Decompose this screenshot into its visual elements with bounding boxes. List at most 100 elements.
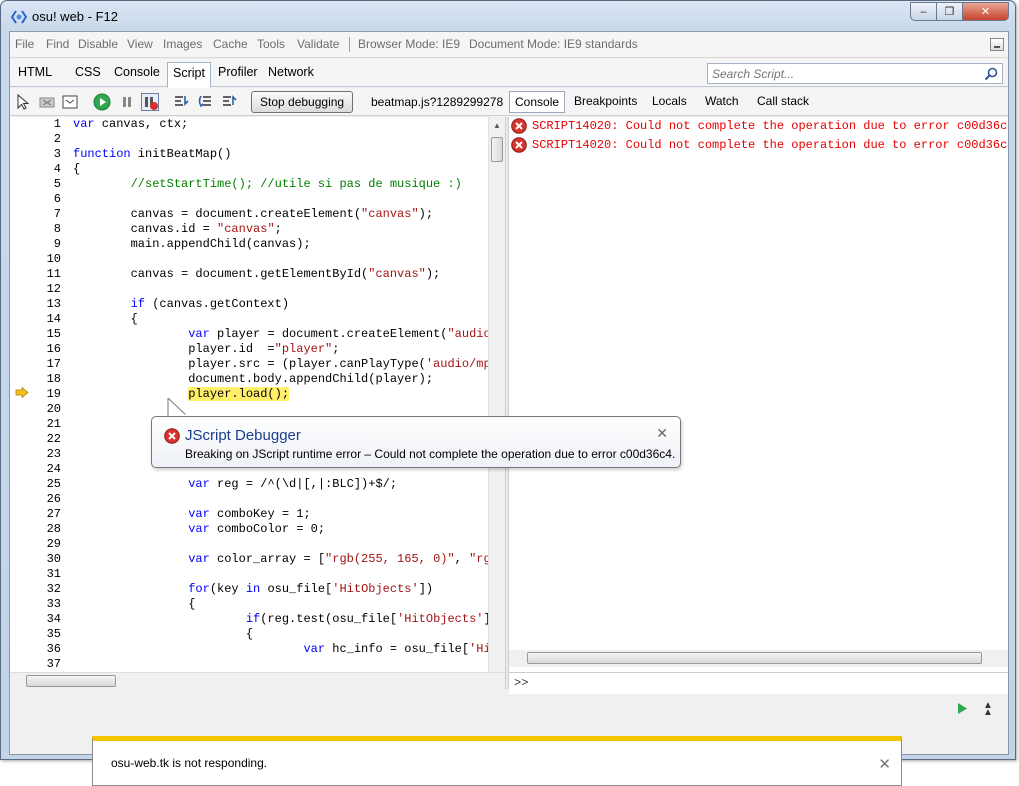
code-line[interactable]: 10 bbox=[10, 252, 490, 267]
code-line[interactable]: 19 player.load(); bbox=[10, 387, 490, 402]
step-over-icon[interactable] bbox=[197, 93, 215, 111]
line-number: 21 bbox=[46, 417, 61, 431]
code-line[interactable]: 31 bbox=[10, 567, 490, 582]
menu-cache[interactable]: Cache bbox=[213, 37, 248, 51]
code-line[interactable]: 4{ bbox=[10, 162, 490, 177]
script-file-selector[interactable]: beatmap.js?1289299278 bbox=[371, 95, 503, 109]
line-number: 23 bbox=[46, 447, 61, 461]
code-line[interactable]: 17 player.src = (player.canPlayType('aud… bbox=[10, 357, 505, 372]
code-line[interactable]: 30 var color_array = ["rgb(255, 165, 0)"… bbox=[10, 552, 505, 567]
code-line[interactable]: 18 document.body.appendChild(player); bbox=[10, 372, 490, 387]
line-number: 25 bbox=[46, 477, 61, 491]
run-script-icon[interactable] bbox=[956, 702, 968, 715]
tab-console-pane[interactable]: Console bbox=[509, 91, 566, 113]
stop-debugging-button[interactable]: Stop debugging bbox=[251, 91, 354, 113]
tab-html[interactable]: HTML bbox=[18, 65, 52, 79]
tab-breakpoints[interactable]: Breakpoints bbox=[574, 94, 637, 108]
code-line[interactable]: 12 bbox=[10, 282, 490, 297]
console-input-line[interactable]: >> bbox=[509, 672, 1008, 694]
menu-view[interactable]: View bbox=[127, 37, 153, 51]
pause-icon[interactable] bbox=[118, 93, 136, 111]
step-out-icon[interactable] bbox=[221, 93, 239, 111]
search-icon[interactable] bbox=[984, 67, 998, 81]
menu-file[interactable]: File bbox=[15, 37, 34, 51]
line-number: 36 bbox=[46, 642, 61, 656]
continue-icon[interactable] bbox=[93, 93, 111, 111]
menu-tools[interactable]: Tools bbox=[257, 37, 285, 51]
code-vertical-scrollbar[interactable]: ▲ bbox=[488, 117, 505, 672]
menu-find[interactable]: Find bbox=[46, 37, 69, 51]
tab-network[interactable]: Network bbox=[268, 65, 314, 79]
code-line[interactable]: 1 var canvas, ctx; bbox=[10, 117, 490, 132]
menu-validate[interactable]: Validate bbox=[297, 37, 339, 51]
line-number: 17 bbox=[46, 357, 61, 371]
code-line[interactable]: 9 main.appendChild(canvas); bbox=[10, 237, 490, 252]
tab-watch[interactable]: Watch bbox=[705, 94, 739, 108]
console-error-text: SCRIPT14020: Could not complete the oper… bbox=[532, 119, 1008, 133]
error-icon bbox=[164, 428, 180, 444]
code-horizontal-scrollbar[interactable] bbox=[10, 672, 505, 689]
code-line[interactable]: 28 var comboColor = 0; bbox=[10, 522, 490, 537]
select-element-icon[interactable] bbox=[14, 93, 32, 111]
break-on-error-icon[interactable] bbox=[141, 93, 159, 111]
scroll-thumb[interactable] bbox=[527, 652, 982, 664]
code-line[interactable]: 3 function initBeatMap() bbox=[10, 147, 490, 162]
console-error-row[interactable]: SCRIPT14020: Could not complete the oper… bbox=[509, 136, 1008, 154]
scroll-thumb[interactable] bbox=[491, 137, 503, 162]
code-line[interactable]: 33 { bbox=[10, 597, 490, 612]
title-bar[interactable]: osu! web - F12 – ❐ ✕ bbox=[1, 1, 1017, 31]
code-line[interactable]: 2 bbox=[10, 132, 490, 147]
tab-css[interactable]: CSS bbox=[75, 65, 101, 79]
restore-button[interactable]: ❐ bbox=[936, 2, 963, 21]
code-line[interactable]: 7 canvas = document.createElement("canva… bbox=[10, 207, 490, 222]
code-line[interactable]: 11 canvas = document.getElementById("can… bbox=[10, 267, 490, 282]
tab-call-stack[interactable]: Call stack bbox=[757, 94, 809, 108]
code-line[interactable]: 37 bbox=[10, 657, 490, 672]
code-line[interactable]: 5 //setStartTime(); //utile si pas de mu… bbox=[10, 177, 490, 192]
code-line[interactable]: 35 { bbox=[10, 627, 490, 642]
minimize-devtools-icon[interactable] bbox=[990, 38, 1004, 51]
close-icon[interactable]: ✕ bbox=[656, 425, 668, 442]
step-into-icon[interactable] bbox=[173, 93, 191, 111]
tab-profiler[interactable]: Profiler bbox=[218, 65, 258, 79]
code-text: if (canvas.getContext) bbox=[130, 297, 290, 311]
close-window-button[interactable]: ✕ bbox=[962, 2, 1009, 21]
minimize-button[interactable]: – bbox=[910, 2, 937, 21]
code-line[interactable]: 32 for(key in osu_file['HitObjects']) bbox=[10, 582, 490, 597]
line-number: 5 bbox=[53, 177, 61, 191]
script-list-icon[interactable] bbox=[61, 93, 79, 111]
scroll-thumb[interactable] bbox=[26, 675, 116, 687]
code-line[interactable]: 26 bbox=[10, 492, 490, 507]
code-line[interactable]: 20 bbox=[10, 402, 490, 417]
code-line[interactable]: 16 player.id ="player"; bbox=[10, 342, 490, 357]
clear-icon[interactable] bbox=[38, 93, 56, 111]
code-line[interactable]: 8 canvas.id = "canvas"; bbox=[10, 222, 490, 237]
code-line[interactable]: 13 if (canvas.getContext) bbox=[10, 297, 490, 312]
code-line[interactable]: 15 var player = document.createElement("… bbox=[10, 327, 505, 342]
scroll-up-icon[interactable]: ▲ bbox=[493, 121, 501, 130]
line-number: 27 bbox=[46, 507, 61, 521]
code-line[interactable]: 27 var comboKey = 1; bbox=[10, 507, 490, 522]
expand-console-icon[interactable]: ▲ ▲ bbox=[983, 701, 995, 718]
code-line[interactable]: 25 var reg = /^(\d|[,|:BLC])+$/; bbox=[10, 477, 490, 492]
document-mode-menu[interactable]: Document Mode: IE9 standards bbox=[469, 37, 638, 51]
code-line[interactable]: 34 if(reg.test(osu_file['HitObjects'][ke… bbox=[10, 612, 505, 627]
console-horizontal-scrollbar[interactable] bbox=[509, 650, 1008, 667]
line-number: 34 bbox=[46, 612, 61, 626]
code-line[interactable]: 36 var hc_info = osu_file['HitObjec bbox=[10, 642, 505, 657]
tab-console[interactable]: Console bbox=[114, 65, 160, 79]
close-icon[interactable]: ✕ bbox=[878, 755, 891, 773]
code-line[interactable]: 6 bbox=[10, 192, 490, 207]
console-error-row[interactable]: SCRIPT14020: Could not complete the oper… bbox=[509, 117, 1008, 135]
line-number: 7 bbox=[53, 207, 61, 221]
menu-images[interactable]: Images bbox=[163, 37, 202, 51]
code-line[interactable]: 29 bbox=[10, 537, 490, 552]
code-line[interactable]: 14 { bbox=[10, 312, 490, 327]
script-source-panel[interactable]: 1 var canvas, ctx; 2 3 function initBeatMap(… bbox=[10, 117, 505, 672]
tab-script[interactable]: Script bbox=[167, 62, 211, 88]
menu-disable[interactable]: Disable bbox=[78, 37, 118, 51]
browser-mode-menu[interactable]: Browser Mode: IE9 bbox=[358, 37, 460, 51]
line-number: 8 bbox=[53, 222, 61, 236]
tab-locals[interactable]: Locals bbox=[652, 94, 687, 108]
search-script-input[interactable] bbox=[708, 64, 978, 83]
